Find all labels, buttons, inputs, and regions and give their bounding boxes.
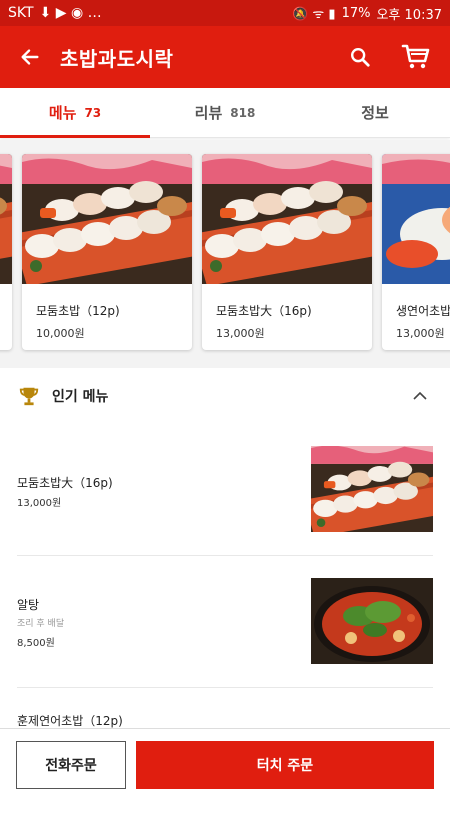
tab-review-label: 리뷰 — [195, 102, 223, 123]
carousel-card-price: 13,000원 — [396, 325, 450, 341]
menu-item-note: 조리 후 배달 — [17, 616, 64, 629]
menu-item-price: 13,000원 — [17, 494, 61, 509]
list-item[interactable]: 알탕 조리 후 배달 8,500원 — [17, 556, 433, 688]
tab-menu-count: 73 — [84, 106, 101, 120]
order-bar: 전화주문 터치 주문 — [0, 728, 450, 800]
trophy-icon — [18, 385, 40, 407]
menu-item-name: 훈제연어초밥（12p) — [17, 712, 123, 729]
touch-order-button[interactable]: 터치 주문 — [136, 741, 434, 789]
status-bar: SKT ⬇ ▶ ◉ … 🔕 ᯤ ▮ 17% 오후 10:37 — [0, 0, 450, 26]
carousel-card[interactable] — [0, 154, 12, 350]
carrier-label: SKT — [8, 5, 34, 21]
page-title: 초밥과도시락 — [60, 43, 338, 72]
tab-info-label: 정보 — [361, 102, 389, 123]
notification-icons: ⬇ ▶ ◉ … — [40, 5, 102, 21]
cart-button[interactable] — [394, 35, 438, 79]
carousel-card[interactable]: 모둠초밥大（16p) 13,000원 — [202, 154, 372, 350]
back-button[interactable] — [0, 26, 60, 88]
food-image — [22, 154, 192, 284]
tab-info[interactable]: 정보 — [300, 88, 450, 137]
cart-icon — [401, 43, 431, 71]
menu-item-price: 8,500원 — [17, 634, 55, 649]
food-thumbnail — [311, 578, 433, 664]
list-item[interactable]: 모둠초밥大（16p) 13,000원 — [17, 424, 433, 556]
food-image — [0, 154, 12, 284]
back-arrow-icon — [19, 46, 41, 68]
popular-menu-header[interactable]: 인기 메뉴 — [0, 368, 450, 424]
tab-menu-label: 메뉴 — [49, 102, 77, 123]
carousel-card[interactable]: 생연어초밥 13,000원 — [382, 154, 450, 350]
menu-item-name: 알탕 — [17, 596, 39, 613]
recommended-carousel[interactable]: 모둠초밥（12p) 10,000원 모둠초밥大（16p) 13,000원 — [0, 140, 450, 368]
collapse-button[interactable] — [408, 384, 432, 408]
carousel-card-name: 생연어초밥 — [396, 302, 450, 319]
carousel-card-price: 13,000원 — [216, 325, 358, 341]
tab-menu[interactable]: 메뉴 73 — [0, 88, 150, 137]
status-icons: 🔕 ᯤ ▮ — [292, 4, 335, 22]
tab-review-count: 818 — [230, 106, 255, 120]
app-bar: 초밥과도시락 — [0, 26, 450, 88]
carousel-card-name: 모둠초밥（12p) — [36, 302, 178, 319]
food-thumbnail — [311, 446, 433, 532]
clock-label: 오후 10:37 — [376, 4, 442, 23]
food-image — [382, 154, 450, 284]
phone-order-button[interactable]: 전화주문 — [16, 741, 126, 789]
tab-review[interactable]: 리뷰 818 — [150, 88, 300, 137]
chevron-up-icon — [412, 388, 428, 404]
search-button[interactable] — [338, 35, 382, 79]
carousel-card[interactable]: 모둠초밥（12p) 10,000원 — [22, 154, 192, 350]
menu-item-name: 모둠초밥大（16p) — [17, 474, 113, 491]
carousel-card-name: 모둠초밥大（16p) — [216, 302, 358, 319]
battery-label: 17% — [342, 6, 371, 21]
food-image — [202, 154, 372, 284]
popular-menu-title: 인기 메뉴 — [52, 386, 408, 406]
search-icon — [349, 46, 371, 68]
carousel-card-price: 10,000원 — [36, 325, 178, 341]
tab-bar: 메뉴 73 리뷰 818 정보 — [0, 88, 450, 138]
